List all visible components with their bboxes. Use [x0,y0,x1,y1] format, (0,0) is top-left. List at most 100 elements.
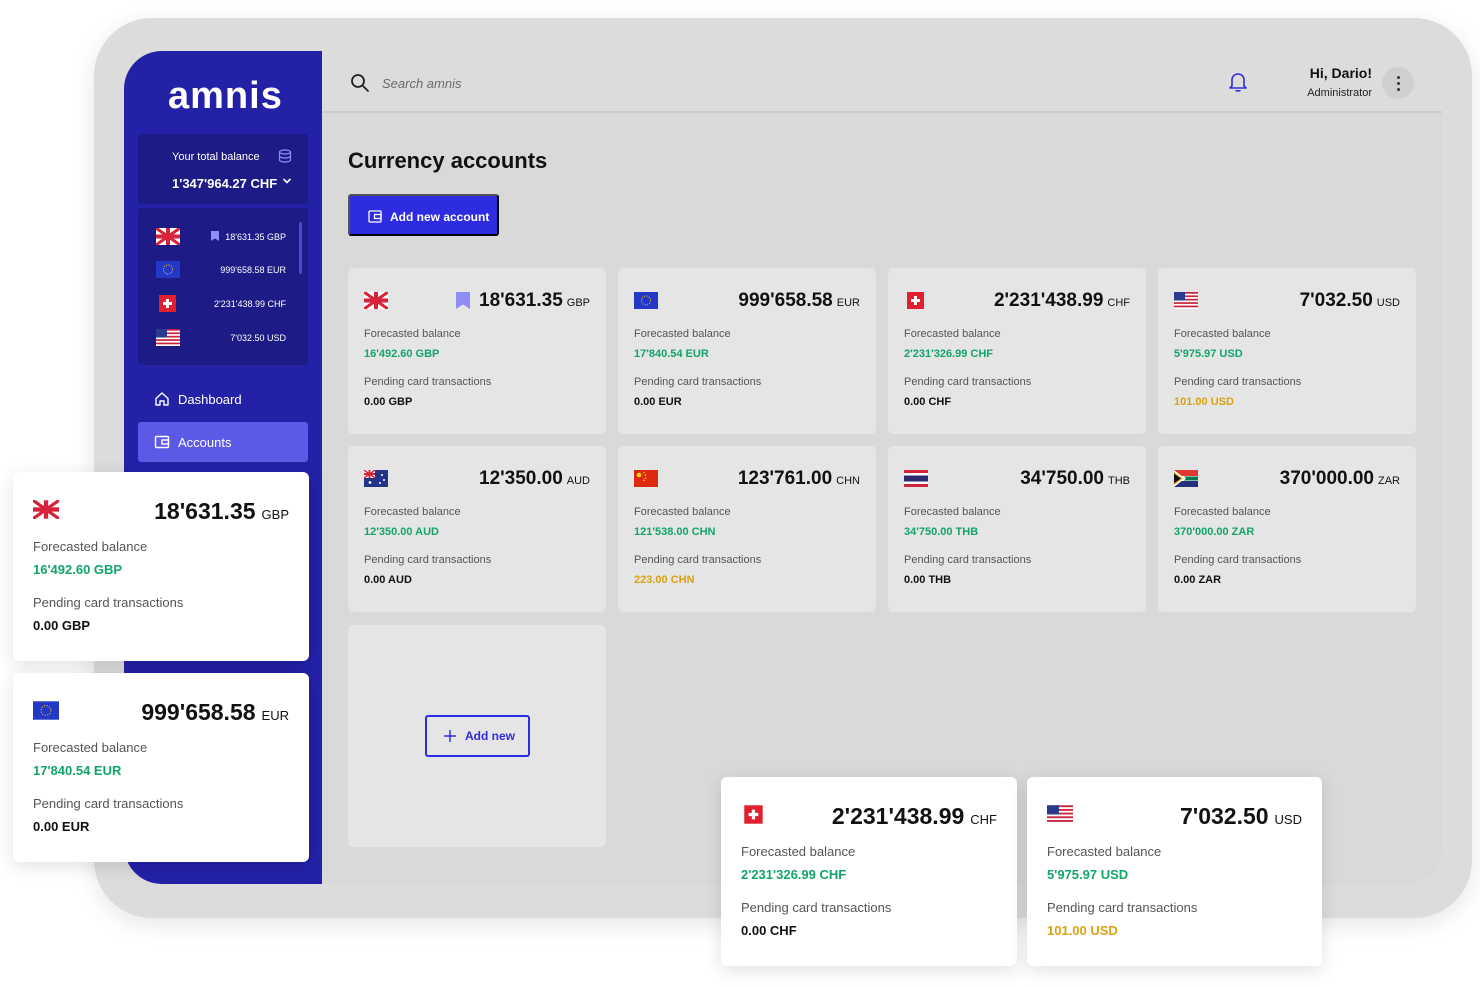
account-balance: 7'032.50 USD [1300,290,1400,312]
pending-value: 0.00 THB [904,574,952,586]
forecast-label: Forecasted balance [364,506,461,518]
account-card-gbp[interactable]: 18'631.35 GBP Forecasted balance 16'492.6… [348,268,606,434]
forecast-value: 16'492.60 GBP [364,348,440,360]
sidebar-item-label: Accounts [178,435,232,450]
pending-value: 0.00 GBP [364,396,413,408]
balance-amount: 18'631.35 [154,498,256,524]
forecast-label: Forecasted balance [904,506,1001,518]
balance-currency: EUR [836,297,860,309]
balance-amount: 2'231'438.99 [831,803,965,829]
sidebar-item-dashboard[interactable]: Dashboard [138,379,308,419]
sidebar-account-chf[interactable]: 2'231'438.99 CHF [156,295,286,313]
account-balance: 2'231'438.99 CHF [994,290,1130,312]
gb-flag-icon [156,228,180,245]
pending-value: 0.00 CHF [741,923,797,938]
forecast-label: Forecasted balance [634,506,731,518]
floating-card-chf[interactable]: 2'231'438.99 CHF Forecasted balance 2'231… [721,777,1017,966]
sidebar-scrollbar[interactable] [299,222,302,274]
balance-currency: USD [1274,812,1302,827]
pending-label: Pending card transactions [741,900,892,915]
forecast-label: Forecasted balance [1047,844,1162,859]
pending-label: Pending card transactions [33,796,184,811]
app-logo[interactable]: amnis [168,75,283,118]
page-title: Currency accounts [348,148,548,173]
forecast-label: Forecasted balance [33,740,148,755]
forecast-value: 2'231'326.99 CHF [741,867,847,882]
bookmark-icon[interactable] [456,292,470,309]
account-balance: 999'658.58 EUR [141,699,289,726]
balance-amount: 18'631.35 [479,290,563,311]
account-card-zar[interactable]: 370'000.00 ZAR Forecasted balance 370'000… [1158,446,1416,612]
pending-value: 101.00 USD [1174,396,1234,408]
us-flag-icon [156,329,180,346]
th-flag-icon [904,470,928,487]
more-dot-icon [1397,76,1400,79]
total-balance-box[interactable]: Your total balance 1'347'964.27 CHF [138,134,308,204]
more-options-button[interactable] [1382,67,1414,99]
gb-flag-icon [364,292,388,309]
floating-card-usd[interactable]: 7'032.50 USD Forecasted balance 5'975.97 … [1027,777,1322,966]
au-flag-icon [364,470,388,487]
account-balance: 999'658.58 EUR [738,290,860,312]
plus-icon [444,730,456,742]
account-card-eur[interactable]: 999'658.58 EUR Forecasted balance 17'840.… [618,268,876,434]
balance-currency: GBP [566,297,590,309]
balance-currency: CHF [1107,297,1130,309]
total-balance-value: 1'347'964.27 CHF [172,176,278,191]
balance-currency: USD [1376,297,1400,309]
pending-label: Pending card transactions [33,595,184,610]
stage: amnis Your total balance 1'347'964.27 CH… [0,0,1480,987]
add-new-button[interactable]: Add new [425,715,530,757]
wallet-icon [154,435,170,449]
balance-currency: THB [1108,475,1130,487]
account-card-chn[interactable]: 123'761.00 CHN Forecasted balance 121'538… [618,446,876,612]
pending-value: 0.00 CHF [904,396,952,408]
forecast-label: Forecasted balance [1174,328,1271,340]
home-icon [155,392,169,406]
forecast-value: 12'350.00 AUD [364,526,439,538]
balance-amount: 999'658.58 [738,290,833,311]
account-balance: 18'631.35 GBP [154,498,289,525]
balance-currency: ZAR [1378,475,1400,487]
sidebar-item-accounts[interactable]: Accounts [138,422,308,462]
account-balance: 18'631.35 GBP [479,290,590,312]
add-new-account-button[interactable]: Add new account [348,194,499,236]
eu-flag-icon [156,261,180,278]
pending-label: Pending card transactions [1047,900,1198,915]
search-icon[interactable] [350,73,370,93]
forecast-label: Forecasted balance [33,539,148,554]
search-input[interactable] [382,71,682,95]
balance-currency: GBP [261,507,289,522]
pending-value: 0.00 GBP [33,618,91,633]
top-bar: Hi, Dario! Administrator [322,51,1442,113]
account-card-aud[interactable]: 12'350.00 AUD Forecasted balance 12'350.0… [348,446,606,612]
sidebar-account-gbp[interactable]: 18'631.35 GBP [156,228,286,246]
forecast-value: 121'538.00 CHN [634,526,716,538]
account-card-chf[interactable]: 2'231'438.99 CHF Forecasted balance 2'231… [888,268,1146,434]
eu-flag-icon [634,292,658,309]
more-dot-icon [1397,82,1400,85]
pending-label: Pending card transactions [634,554,762,566]
sidebar-account-eur[interactable]: 999'658.58 EUR [156,261,286,279]
sidebar-account-usd[interactable]: 7'032.50 USD [156,329,286,347]
floating-card-eur[interactable]: 999'658.58 EUR Forecasted balance 17'840.… [13,673,309,862]
account-card-thb[interactable]: 34'750.00 THB Forecasted balance 34'750.0… [888,446,1146,612]
pending-label: Pending card transactions [364,376,492,388]
account-balance: 7'032.50 USD [1180,803,1302,830]
user-role: Administrator [1307,87,1372,99]
pending-value: 101.00 USD [1047,923,1118,938]
forecast-value: 34'750.00 THB [904,526,979,538]
bell-icon[interactable] [1228,71,1248,93]
floating-card-gbp[interactable]: 18'631.35 GBP Forecasted balance 16'492.6… [13,472,309,661]
ch-flag-icon [904,292,928,309]
forecast-value: 2'231'326.99 CHF [904,348,994,360]
pending-value: 0.00 ZAR [1174,574,1222,586]
chevron-down-icon[interactable] [282,176,292,186]
gb-flag-icon [33,500,59,519]
sidebar-account-list: 18'631.35 GBP 999'658.58 EUR 2'231'438.9… [138,208,308,365]
sidebar-account-amount: 7'032.50 USD [230,333,286,343]
forecast-value: 5'975.97 USD [1174,348,1243,360]
balance-currency: CHN [836,475,860,487]
account-card-usd[interactable]: 7'032.50 USD Forecasted balance 5'975.97 … [1158,268,1416,434]
account-balance: 123'761.00 CHN [738,468,860,490]
